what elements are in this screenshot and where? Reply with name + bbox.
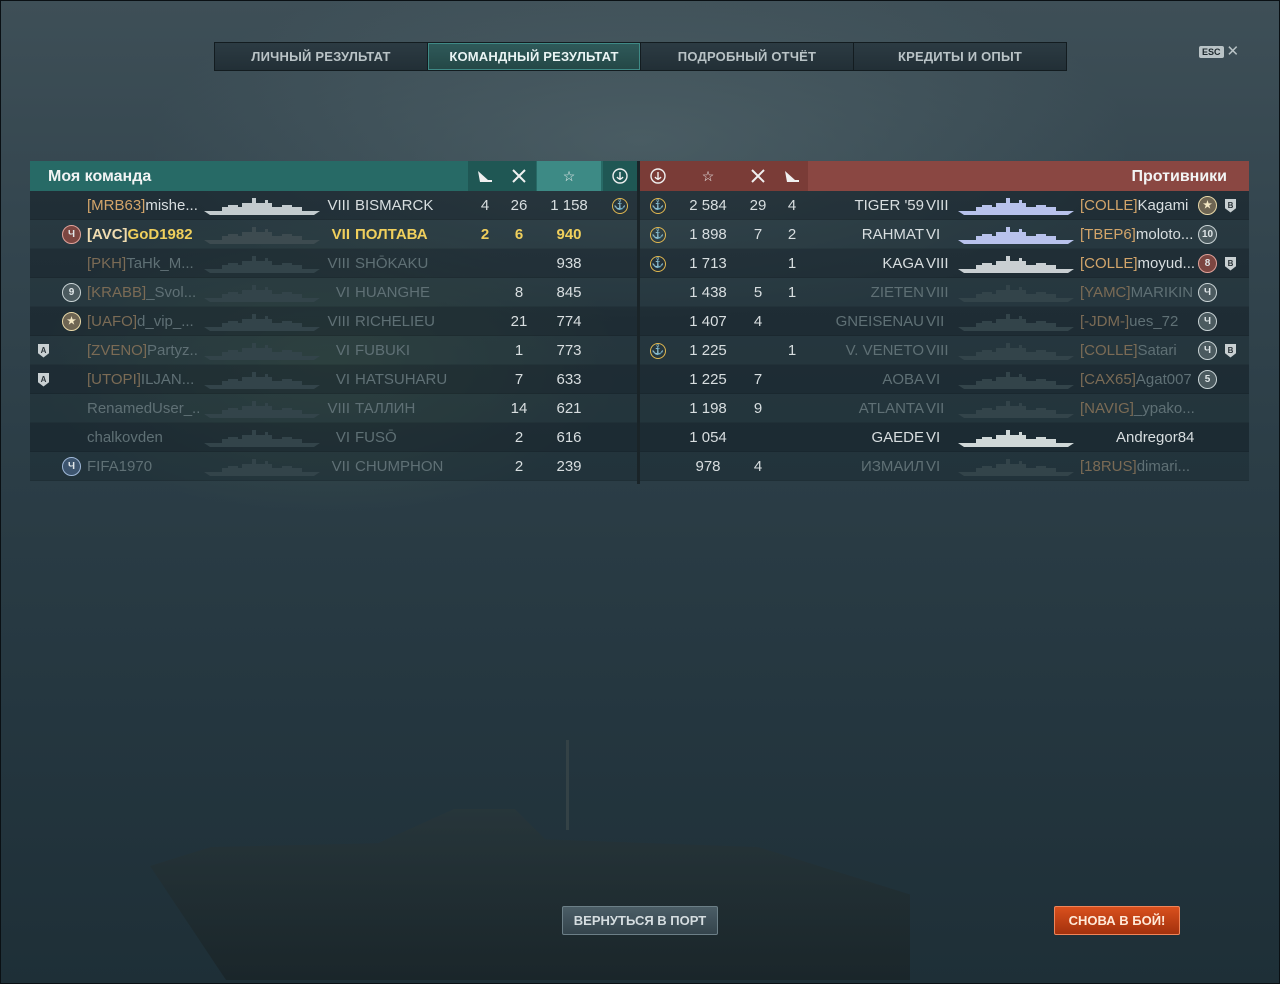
window-frame (0, 0, 1280, 984)
